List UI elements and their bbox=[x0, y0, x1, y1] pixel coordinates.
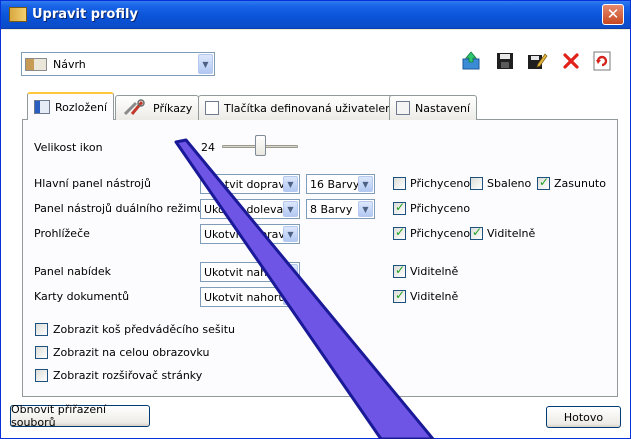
doc-cards-visible-label: Viditelně bbox=[410, 290, 459, 303]
main-toolbar-attached-label: Přichyceno bbox=[410, 177, 471, 190]
viewers-label: Prohlížeče bbox=[34, 227, 90, 240]
viewers-position-select[interactable]: Ukotvit doprava ▼ bbox=[200, 224, 300, 244]
menu-bar-position-select[interactable]: Ukotvit nahoru ▼ bbox=[200, 262, 300, 282]
dual-toolbar-position-value: Ukotvit doleva bbox=[204, 203, 284, 216]
reset-file-assignment-button[interactable]: Obnovit přiřazení souborů bbox=[10, 403, 150, 429]
menu-bar-visible-label: Viditelně bbox=[410, 265, 459, 278]
tab-commands[interactable]: Příkazy bbox=[115, 95, 200, 120]
app-icon bbox=[9, 7, 27, 22]
main-toolbar-collapsed-checkbox[interactable] bbox=[470, 177, 483, 190]
close-button[interactable]: ✕ bbox=[602, 4, 624, 25]
main-toolbar-collapsed-label: Sbaleno bbox=[487, 177, 532, 190]
tab-layout-label: Rozložení bbox=[55, 100, 108, 114]
chevron-down-icon[interactable]: ▼ bbox=[358, 201, 373, 217]
upload-icon[interactable] bbox=[460, 50, 482, 72]
option-label: Zobrazit rozšiřovač stránky bbox=[53, 369, 203, 382]
menu-bar-visible-checkbox[interactable] bbox=[393, 263, 406, 278]
option-checkbox[interactable] bbox=[35, 346, 48, 359]
title-bar[interactable]: Upravit profily ✕ bbox=[1, 1, 630, 29]
icon-size-label: Velikost ikon bbox=[34, 141, 103, 154]
user-button-icon bbox=[205, 101, 219, 115]
window-title: Upravit profily bbox=[32, 7, 138, 22]
save-as-icon[interactable] bbox=[526, 50, 548, 72]
menu-bar-label: Panel nabídek bbox=[34, 265, 112, 278]
layout-icon bbox=[34, 100, 50, 114]
dual-toolbar-label: Panel nástrojů duálního režimu bbox=[34, 202, 205, 215]
tab-settings[interactable]: Nastavení bbox=[389, 95, 478, 120]
doc-cards-position-value: Ukotvit nahoru bbox=[204, 291, 286, 304]
viewers-attached-label: Přichyceno bbox=[410, 227, 471, 240]
doc-cards-label: Karty dokumentů bbox=[34, 290, 130, 303]
chevron-down-icon[interactable]: ▼ bbox=[198, 54, 213, 74]
delete-icon[interactable] bbox=[560, 50, 582, 72]
viewers-visible-checkbox[interactable] bbox=[470, 225, 483, 240]
viewers-attached-checkbox[interactable] bbox=[393, 225, 406, 240]
main-toolbar-inserted-checkbox[interactable] bbox=[537, 175, 550, 190]
settings-icon bbox=[396, 101, 410, 115]
chevron-down-icon[interactable]: ▼ bbox=[358, 176, 373, 192]
chevron-down-icon[interactable]: ▼ bbox=[283, 264, 298, 280]
tab-layout[interactable]: Rozložení bbox=[27, 92, 115, 120]
main-toolbar-position-value: Ukotvit doprava bbox=[204, 178, 292, 191]
main-toolbar-position-select[interactable]: Ukotvit doprava ▼ bbox=[200, 174, 300, 194]
tab-settings-label: Nastavení bbox=[415, 101, 471, 115]
dual-toolbar-colors-value: 8 Barvy bbox=[310, 203, 353, 216]
viewers-visible-label: Viditelně bbox=[487, 227, 536, 240]
tab-user-buttons-label: Tlačítka definovaná uživatelem bbox=[224, 101, 396, 115]
chevron-down-icon[interactable]: ▼ bbox=[283, 176, 298, 192]
tab-commands-label: Příkazy bbox=[153, 101, 193, 115]
option-checkbox[interactable] bbox=[35, 369, 48, 382]
profile-image-icon bbox=[25, 58, 47, 71]
chevron-down-icon[interactable]: ▼ bbox=[283, 289, 298, 305]
save-icon[interactable] bbox=[494, 50, 516, 72]
tools-icon bbox=[123, 99, 145, 116]
option-label: Zobrazit koš předváděcího sešitu bbox=[53, 323, 235, 336]
main-toolbar-attached-checkbox[interactable] bbox=[393, 177, 406, 190]
dual-toolbar-attached-label: Přichyceno bbox=[410, 202, 471, 215]
main-toolbar-colors-select[interactable]: 16 Barvy ▼ bbox=[306, 174, 375, 194]
icon-size-value: 24 bbox=[201, 141, 215, 154]
dual-toolbar-attached-checkbox[interactable] bbox=[393, 200, 406, 215]
icon-size-slider-thumb[interactable] bbox=[255, 135, 266, 156]
menu-bar-position-value: Ukotvit nahoru bbox=[204, 266, 286, 279]
doc-cards-visible-checkbox[interactable] bbox=[393, 288, 406, 303]
done-button[interactable]: Hotovo bbox=[546, 406, 621, 428]
profile-selected-value: Návrh bbox=[53, 58, 86, 71]
dual-toolbar-position-select[interactable]: Ukotvit doleva ▼ bbox=[200, 199, 300, 219]
tab-user-buttons[interactable]: Tlačítka definovaná uživatelem bbox=[198, 95, 403, 120]
option-label: Zobrazit na celou obrazovku bbox=[53, 346, 210, 359]
chevron-down-icon[interactable]: ▼ bbox=[283, 201, 298, 217]
main-toolbar-colors-value: 16 Barvy bbox=[310, 178, 360, 191]
viewers-position-value: Ukotvit doprava bbox=[204, 228, 292, 241]
dual-toolbar-colors-select[interactable]: 8 Barvy ▼ bbox=[306, 199, 375, 219]
main-toolbar-label: Hlavní panel nástrojů bbox=[34, 177, 151, 190]
doc-cards-position-select[interactable]: Ukotvit nahoru ▼ bbox=[200, 287, 300, 307]
refresh-icon[interactable] bbox=[591, 50, 613, 72]
profile-dropdown[interactable]: Návrh ▼ bbox=[21, 52, 215, 76]
main-toolbar-inserted-label: Zasunuto bbox=[554, 177, 606, 190]
option-checkbox[interactable] bbox=[35, 323, 48, 336]
chevron-down-icon[interactable]: ▼ bbox=[283, 226, 298, 242]
